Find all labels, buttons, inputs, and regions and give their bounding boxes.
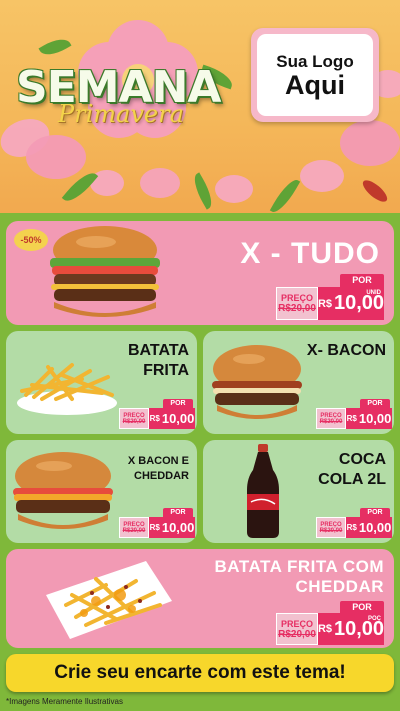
product-card-x-bacon-cheddar: X BACON E CHEDDAR POR PREÇO R$20,00 R$ 1… bbox=[6, 440, 197, 543]
currency: R$ bbox=[317, 623, 332, 635]
old-price: R$20,00 bbox=[122, 418, 146, 425]
product-card-batata-frita: BATATA FRITA POR PREÇO R$20,00 R$ 10,00 bbox=[6, 331, 197, 434]
new-price: 10,00 bbox=[161, 411, 195, 426]
disclaimer-text: *Imagens Meramente Ilustrativas bbox=[6, 697, 123, 706]
promo-subtitle: Primavera bbox=[58, 100, 184, 128]
product-card-coca-cola: COCA COLA 2L POR PREÇO R$20,00 R$ 10,00 bbox=[203, 440, 394, 543]
leaf-decoration bbox=[38, 33, 72, 61]
new-price: 10,00 bbox=[358, 520, 392, 535]
header-banner: SEMANA Primavera Sua Logo Aqui bbox=[0, 0, 400, 213]
logo-text-line2: Aqui bbox=[285, 69, 345, 100]
old-price: R$20,00 bbox=[278, 303, 316, 314]
price-por-label: POR bbox=[163, 508, 193, 517]
cheddar-fries-image bbox=[46, 561, 172, 639]
price-por-label: POR bbox=[340, 274, 384, 287]
fries-image bbox=[17, 363, 117, 415]
old-price: R$20,00 bbox=[122, 527, 146, 534]
product-name: BATATA FRITA COM CHEDDAR bbox=[214, 557, 384, 596]
discount-badge: -50% bbox=[14, 229, 48, 251]
flower-decoration bbox=[359, 176, 391, 206]
flower-decoration bbox=[215, 175, 253, 203]
cta-banner[interactable]: Crie seu encarte com este tema! bbox=[6, 654, 394, 692]
flower-decoration bbox=[140, 168, 180, 198]
price-por-label: POR bbox=[360, 399, 390, 408]
unit-label: POÇ bbox=[367, 616, 381, 622]
currency: R$ bbox=[149, 523, 160, 532]
burger-image bbox=[212, 345, 302, 419]
product-name: BATATA FRITA bbox=[127, 342, 189, 379]
price-label: PREÇO bbox=[280, 293, 313, 303]
price-label: PREÇO bbox=[280, 618, 313, 629]
price-tag: POR PREÇO R$20,00 R$ 10,00 bbox=[119, 508, 195, 538]
old-price: R$20,00 bbox=[319, 418, 343, 425]
currency: R$ bbox=[149, 414, 160, 423]
old-price: R$20,00 bbox=[319, 527, 343, 534]
currency: R$ bbox=[346, 523, 357, 532]
product-name: X - TUDO bbox=[240, 237, 380, 270]
price-por-label: POR bbox=[163, 399, 193, 408]
featured-product-card: -50% X - TUDO POR PREÇO R$20,00 R$ 10,00… bbox=[6, 221, 394, 325]
new-price: 10,00 bbox=[161, 520, 195, 535]
burger-image bbox=[50, 226, 160, 317]
burger-image bbox=[13, 452, 113, 529]
logo-placeholder: Sua Logo Aqui bbox=[251, 28, 379, 122]
currency: R$ bbox=[346, 414, 357, 423]
price-tag: POR PREÇO R$20,00 R$ 10,00 POÇ bbox=[276, 601, 384, 645]
leaf-decoration bbox=[188, 172, 218, 210]
price-tag: POR PREÇO R$20,00 R$ 10,00 bbox=[316, 399, 392, 429]
price-por-label: POR bbox=[340, 601, 384, 613]
price-tag: POR PREÇO R$20,00 R$ 10,00 bbox=[316, 508, 392, 538]
price-tag: POR PREÇO R$20,00 R$ 10,00 bbox=[119, 399, 195, 429]
leaf-decoration bbox=[269, 175, 301, 213]
flower-decoration bbox=[300, 160, 344, 192]
flower-decoration bbox=[26, 135, 86, 179]
soda-bottle-image bbox=[247, 444, 279, 538]
price-tag: POR PREÇO R$20,00 R$ 10,00 UNID bbox=[276, 274, 384, 320]
flower-decoration bbox=[340, 120, 400, 166]
unit-label: UNID bbox=[366, 290, 381, 296]
product-name: X- BACON bbox=[306, 342, 386, 359]
product-name: X BACON E CHEDDAR bbox=[127, 455, 189, 482]
logo-text-line1: Sua Logo bbox=[276, 51, 354, 71]
product-card-x-bacon: X- BACON POR PREÇO R$20,00 R$ 10,00 bbox=[203, 331, 394, 434]
currency: R$ bbox=[317, 297, 332, 310]
product-name: COCA COLA 2L bbox=[318, 451, 386, 488]
featured-product-card-bottom: BATATA FRITA COM CHEDDAR POR PREÇO R$20,… bbox=[6, 549, 394, 648]
price-por-label: POR bbox=[360, 508, 390, 517]
old-price: R$20,00 bbox=[278, 628, 316, 640]
new-price: 10,00 bbox=[358, 411, 392, 426]
